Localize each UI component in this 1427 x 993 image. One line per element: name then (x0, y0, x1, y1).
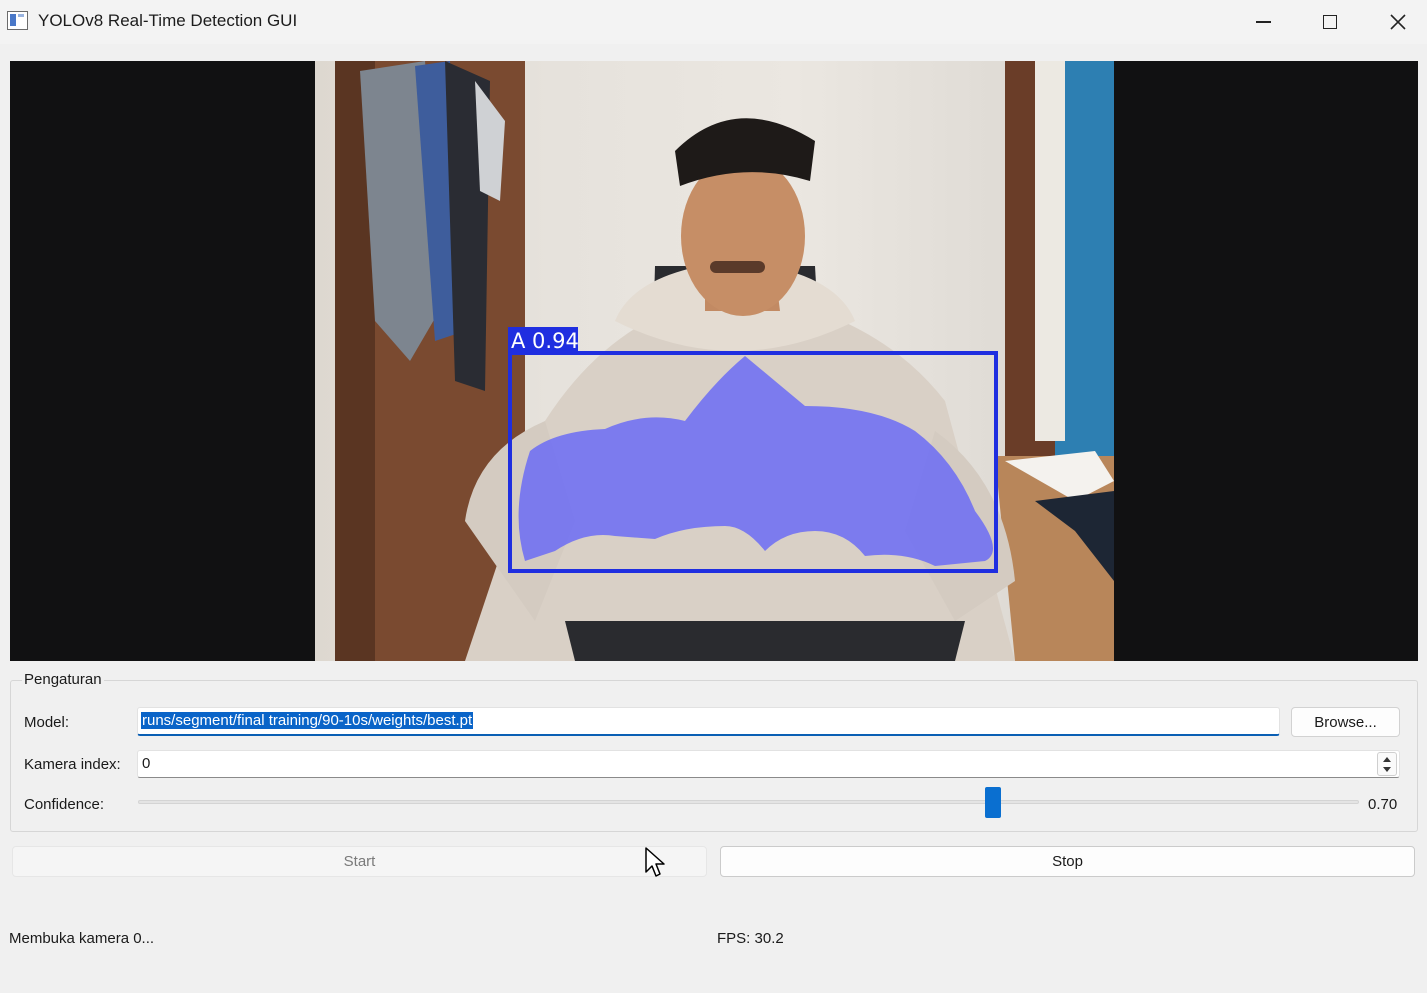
mouse-cursor-icon (645, 847, 665, 877)
browse-button[interactable]: Browse... (1291, 707, 1400, 737)
fps-readout: FPS: 30.2 (717, 930, 784, 947)
camera-index-label: Kamera index: (24, 756, 121, 773)
start-button[interactable]: Start (12, 846, 707, 877)
app-icon (7, 11, 28, 30)
spin-up-icon[interactable] (1383, 757, 1391, 762)
status-message: Membuka kamera 0... (9, 930, 155, 947)
title-bar: YOLOv8 Real-Time Detection GUI (0, 0, 1427, 44)
settings-group-title: Pengaturan (22, 671, 104, 688)
confidence-value: 0.70 (1368, 796, 1398, 813)
camera-index-spinbox[interactable]: 0 (137, 750, 1400, 778)
maximize-button[interactable] (1296, 0, 1364, 44)
detection-label: A 0.94 (511, 329, 579, 353)
window-title: YOLOv8 Real-Time Detection GUI (38, 11, 298, 30)
maximize-icon (1323, 15, 1337, 29)
camera-image: A 0.94 (335, 61, 1114, 661)
confidence-slider-track[interactable] (138, 800, 1359, 804)
minimize-icon (1255, 21, 1271, 23)
confidence-slider-handle[interactable] (984, 787, 1001, 818)
spin-down-icon[interactable] (1383, 767, 1391, 772)
camera-frame: A 0.94 (315, 61, 1114, 661)
stop-button[interactable]: Stop (720, 846, 1415, 877)
close-icon (1390, 14, 1406, 30)
minimize-button[interactable] (1229, 0, 1297, 44)
confidence-label: Confidence: (24, 796, 105, 813)
close-button[interactable] (1364, 0, 1427, 44)
camera-index-stepper[interactable] (1377, 752, 1397, 776)
model-path-input[interactable]: runs/segment/final training/90-10s/weigh… (137, 707, 1280, 736)
model-label: Model: (24, 714, 70, 731)
model-path-value: runs/segment/final training/90-10s/weigh… (141, 712, 474, 729)
video-display: A 0.94 (10, 61, 1418, 661)
camera-index-value: 0 (142, 755, 151, 772)
